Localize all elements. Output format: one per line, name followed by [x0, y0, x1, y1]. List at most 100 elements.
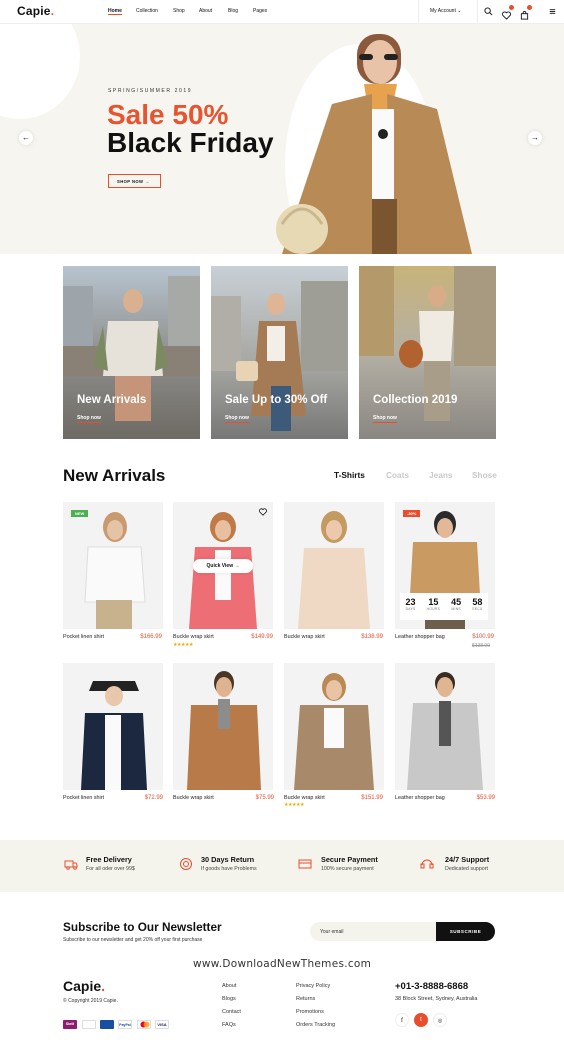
category-shop-link[interactable]: Shop now — [225, 415, 249, 423]
product-price: $72.99 — [144, 795, 163, 801]
tab-shose[interactable]: Shose — [472, 470, 497, 480]
tab-coats[interactable]: Coats — [386, 470, 409, 480]
product-card[interactable] — [395, 663, 495, 790]
my-account-dropdown[interactable]: My Account ⌄ — [418, 0, 478, 24]
rating-stars: ★★★★★ — [173, 643, 194, 648]
footer-address: 38 Block Street, Sydney, Australia — [395, 996, 478, 1002]
category-image — [359, 266, 496, 421]
menu-icon[interactable] — [548, 7, 557, 16]
product-price: $53.99 — [476, 795, 495, 801]
logo[interactable]: Capie. — [17, 4, 54, 18]
product-name[interactable]: Buckle wrap skirt — [173, 634, 214, 640]
nav-shop[interactable]: Shop — [173, 8, 185, 14]
product-name[interactable]: Pocket linen shirt — [63, 634, 104, 640]
product-card[interactable] — [63, 663, 163, 790]
footer-logo[interactable]: Capie. — [63, 978, 105, 994]
footer-link-faqs[interactable]: FAQs — [222, 1022, 236, 1028]
feature-item: Free Delivery For all oder over 99$ — [86, 855, 135, 872]
product-name[interactable]: Buckle wrap skirt — [173, 795, 214, 801]
email-input[interactable]: Your email — [310, 922, 438, 941]
category-card[interactable]: Collection 2019 Shop now — [359, 266, 496, 439]
product-name[interactable]: Leather shopper bag — [395, 634, 445, 640]
product-image — [407, 672, 483, 790]
category-shop-link[interactable]: Shop now — [373, 415, 397, 423]
product-price: $149.99 — [251, 634, 273, 640]
product-price: $166.99 — [140, 634, 162, 640]
product-price: $138.99 — [361, 634, 383, 640]
footer-link-returns[interactable]: Returns — [296, 996, 315, 1002]
footer-phone: +01-3-8888-6868 — [395, 981, 469, 992]
nav-blog[interactable]: Blog — [228, 8, 238, 14]
footer-link-contact[interactable]: Contact — [222, 1009, 241, 1015]
category-shop-link[interactable]: Shop now — [77, 415, 101, 423]
nav-pages[interactable]: Pages — [253, 8, 267, 14]
skrill-payment-icon: Skrill — [63, 1020, 77, 1029]
product-card[interactable] — [173, 663, 273, 790]
product-image — [187, 671, 261, 790]
nav-about[interactable]: About — [199, 8, 212, 14]
product-price: $75.99 — [255, 795, 274, 801]
footer-link-about[interactable]: About — [222, 983, 236, 989]
subscribe-button[interactable]: SUBSCRIBE — [436, 922, 495, 941]
next-slide-arrow-icon[interactable]: → — [528, 131, 542, 145]
newsletter-title: Subscribe to Our Newsletter — [63, 920, 222, 934]
footer-link-blogs[interactable]: Blogs — [222, 996, 236, 1002]
heart-icon[interactable] — [259, 508, 267, 516]
hero-season: SPRING/SUMMER 2019 — [108, 88, 193, 94]
category-card[interactable]: New Arrivals Shop now — [63, 266, 200, 439]
product-name[interactable]: Buckle wrap skirt — [284, 634, 325, 640]
visa-electron-payment-icon — [100, 1020, 114, 1029]
newsletter-subtitle: Subscribe to our newsletter and get 20% … — [63, 937, 203, 943]
product-image — [294, 673, 374, 790]
product-name[interactable]: Buckle wrap skirt — [284, 795, 325, 801]
category-title: Collection 2019 — [373, 394, 458, 406]
shop-now-button[interactable]: SHOP NOW → — [108, 174, 161, 188]
product-card[interactable]: NEW — [63, 502, 163, 629]
mastercard-payment-icon — [137, 1020, 151, 1029]
features-bar: Free Delivery For all oder over 99$ 30 Da… — [0, 840, 564, 892]
visa-payment-icon: VISA — [155, 1020, 169, 1029]
category-title: Sale Up to 30% Off — [225, 394, 328, 406]
search-icon[interactable] — [484, 7, 493, 16]
product-card[interactable] — [284, 502, 384, 629]
product-name[interactable]: Leather shopper bag — [395, 795, 445, 801]
timer-hours: 15 HOURS — [426, 597, 441, 611]
new-badge: NEW — [71, 510, 89, 517]
timer-secs: 58 SECS — [472, 597, 483, 611]
site-header: Capie. Home Collection Shop About Blog P… — [0, 0, 564, 24]
cart-icon[interactable] — [520, 5, 532, 20]
nav-collection[interactable]: Collection — [136, 8, 158, 14]
instagram-icon[interactable]: ◎ — [433, 1013, 447, 1027]
prev-slide-arrow-icon[interactable]: ← — [19, 131, 33, 145]
category-title: New Arrivals — [77, 394, 147, 406]
tab-tshirts[interactable]: T-Shirts — [334, 470, 365, 480]
hero-model-image — [276, 34, 472, 254]
footer-link-privacy[interactable]: Privacy Policy — [296, 983, 330, 989]
old-price: $138.99 — [471, 643, 490, 649]
quick-view-label: Quick View — [206, 563, 234, 569]
wishlist-icon[interactable] — [502, 5, 514, 20]
decorative-shape — [0, 24, 80, 119]
footer-link-promotions[interactable]: Promotions — [296, 1009, 324, 1015]
shop-now-label: SHOP NOW — [117, 179, 144, 184]
product-card[interactable] — [284, 663, 384, 790]
twitter-icon[interactable]: t — [414, 1013, 428, 1027]
product-name[interactable]: Pocket linen shirt — [63, 795, 104, 801]
tab-jeans[interactable]: Jeans — [429, 470, 453, 480]
return-icon — [180, 858, 192, 870]
nav-home[interactable]: Home — [108, 8, 122, 15]
category-card[interactable]: Sale Up to 30% Off Shop now — [211, 266, 348, 439]
feature-item: 30 Days Return If goods have Problems — [201, 855, 257, 872]
credit-card-icon — [298, 859, 312, 869]
quick-view-button[interactable]: Quick View → — [193, 559, 253, 573]
category-cards: New Arrivals Shop now Sale Up to 30% Off… — [0, 266, 564, 440]
countdown-timer: 23 DAYS 15 HOURS 45 MINS 58 SECS — [400, 593, 488, 620]
footer-link-orders-tracking[interactable]: Orders Tracking — [296, 1022, 335, 1028]
copyright: © Copyright 2019 Capie. — [63, 998, 118, 1004]
facebook-icon[interactable]: f — [395, 1013, 409, 1027]
hero-banner: SPRING/SUMMER 2019 Sale 50% Black Friday… — [0, 24, 564, 254]
discount-badge: -30% — [403, 510, 421, 517]
product-image — [298, 511, 370, 629]
timer-mins: 45 MINS — [451, 597, 462, 611]
watermark: www.DownloadNewThemes.com — [193, 958, 372, 970]
